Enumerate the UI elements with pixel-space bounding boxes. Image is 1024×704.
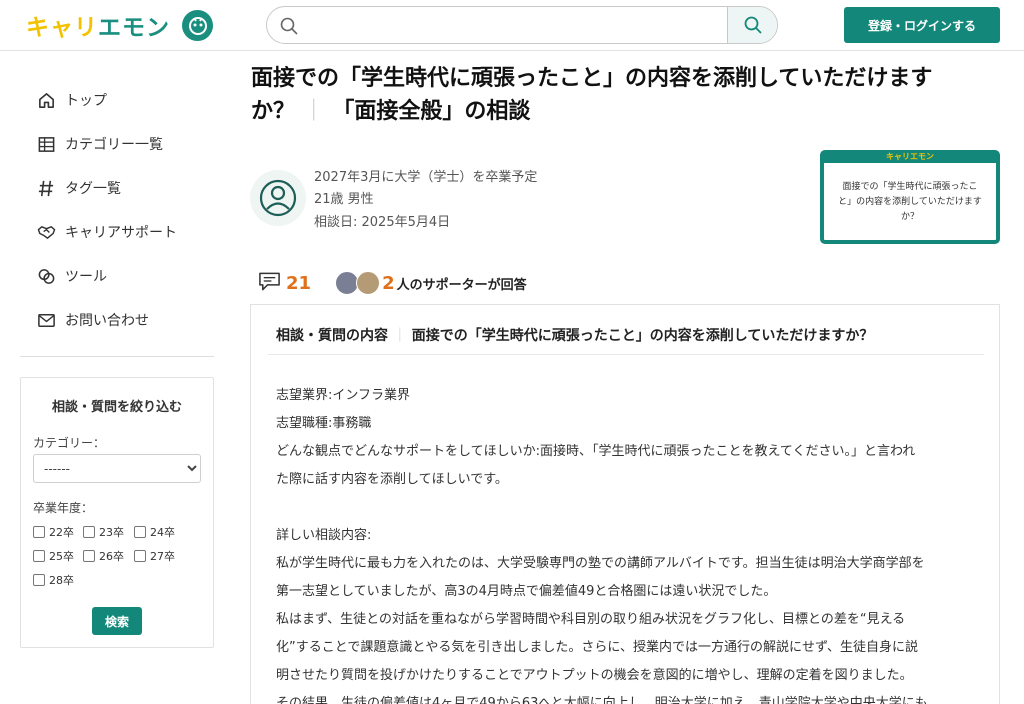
supporter-count: 2 <box>382 272 395 294</box>
site-header: キャリエモン 登録・ログインする <box>0 0 1024 51</box>
search-input[interactable] <box>311 7 727 43</box>
body-line: た際に話す内容を添削してほしいです。 <box>276 472 508 487</box>
year-checkbox-25[interactable]: 25卒 <box>33 548 74 564</box>
share-card: キャリエモン 面接での「学生時代に頑張ったこと」の内容を添削していただけますか？ <box>820 150 1000 244</box>
year-label: 卒業年度： <box>33 501 94 515</box>
year-checkbox-26[interactable]: 26卒 <box>83 548 124 564</box>
search-button[interactable] <box>727 7 777 43</box>
body-line: 明させたり質問を投げかけたりすることでアウトプットの機会を意図的に増やし、理解の… <box>276 668 913 683</box>
body-line: その結果、生徒の偏差値は4ヶ月で49から63へと大幅に向上し、明治大学に加え、青… <box>276 696 928 704</box>
category-select[interactable]: ------ <box>33 454 201 483</box>
comment-count: 21 <box>286 272 312 294</box>
body-line: 志望職種:事務職 <box>276 416 372 431</box>
checkbox-box[interactable] <box>33 574 45 586</box>
login-button[interactable]: 登録・ログインする <box>844 7 1000 43</box>
logo-wordmark: キャリエモン <box>26 15 170 41</box>
checkbox-box[interactable] <box>134 550 146 562</box>
year-checkbox-24[interactable]: 24卒 <box>134 524 175 540</box>
question-content: 相談・質問の内容 ｜ 面接での「学生時代に頑張ったこと」の内容を添削していただけ… <box>250 304 1000 704</box>
sidebar-item-label: ツール <box>65 269 107 285</box>
search-icon <box>279 16 299 40</box>
comment-icon <box>258 270 281 296</box>
title-separator: ｜ <box>302 99 325 124</box>
body-line: 志望業界:インフラ業界 <box>276 388 410 403</box>
sidebar-item-label: トップ <box>65 93 107 109</box>
answer-stats: 21 2 人のサポーターが回答 <box>258 270 527 296</box>
search-icon <box>744 16 762 34</box>
handshake-icon <box>36 222 56 242</box>
sidebar-item-career-support[interactable]: キャリアサポート <box>36 220 177 244</box>
year-checkbox-23[interactable]: 23卒 <box>83 524 124 540</box>
body-line: 化”することで課題意識とやる気を引き出しました。さらに、授業内では一方通行の解説… <box>276 640 919 655</box>
question-heading: 相談・質問の内容 ｜ 面接での「学生時代に頑張ったこと」の内容を添削していただけ… <box>276 325 984 345</box>
filter-search-button[interactable]: 検索 <box>92 607 142 635</box>
question-heading-title: 面接での「学生時代に頑張ったこと」の内容を添削していただけますか？ <box>411 328 874 344</box>
asker-graduation: 2027年3月に大学（学士）を卒業予定 <box>314 170 538 185</box>
body-line: 私はまず、生徒との対話を重ねながら学習時間や科目別の取り組み状況をグラフ化し、目… <box>276 612 906 627</box>
checkbox-label: 23卒 <box>99 526 124 539</box>
sidebar-item-label: カテゴリー一覧 <box>65 137 163 153</box>
category-label: カテゴリー： <box>33 436 106 450</box>
mascot-icon <box>182 9 213 41</box>
filter-panel: 相談・質問を絞り込む カテゴリー： ------ 卒業年度： 22卒 23卒 2… <box>20 377 214 648</box>
asker-profile: 21歳 男性 <box>314 192 374 207</box>
checkbox-box[interactable] <box>83 550 95 562</box>
supporter-text: 人のサポーターが回答 <box>396 277 527 293</box>
checkbox-label: 28卒 <box>49 574 74 587</box>
body-line: 第一志望としていましたが、高3の4月時点で偏差値49と合格圏には遠い状況でした。 <box>276 584 777 599</box>
question-heading-label: 相談・質問の内容 <box>276 328 388 344</box>
sidebar-item-label: キャリアサポート <box>65 225 177 241</box>
year-checkbox-28[interactable]: 28卒 <box>33 572 74 588</box>
heading-separator: ｜ <box>392 328 407 344</box>
sidebar-item-contact[interactable]: お問い合わせ <box>36 308 149 332</box>
search-bar <box>266 6 778 44</box>
checkbox-label: 24卒 <box>150 526 175 539</box>
home-icon <box>36 90 56 110</box>
grid-icon <box>36 134 56 154</box>
sidebar-divider <box>20 356 214 357</box>
body-line: 詳しい相談内容: <box>276 528 372 543</box>
heading-divider <box>268 354 984 355</box>
sidebar-item-label: タグ一覧 <box>65 181 121 197</box>
hashtag-icon <box>36 178 56 198</box>
card-text: 面接での「学生時代に頑張ったこと」の内容を添削していただけますか？ <box>838 182 982 222</box>
page-title-category[interactable]: 「面接全般」の相談 <box>332 99 530 124</box>
sidebar-item-label: お問い合わせ <box>65 313 149 329</box>
year-checkbox-22[interactable]: 22卒 <box>33 524 74 540</box>
user-avatar-icon <box>250 170 306 226</box>
sidebar-item-tags[interactable]: タグ一覧 <box>36 176 121 200</box>
page-title: 面接での「学生時代に頑張ったこと」の内容を添削していただけます か？ ｜ 「面接… <box>251 62 1006 128</box>
supporter-avatar <box>356 271 381 295</box>
checkbox-label: 22卒 <box>49 526 74 539</box>
year-checkbox-27[interactable]: 27卒 <box>134 548 175 564</box>
card-logo: キャリエモン <box>886 152 934 161</box>
filter-title: 相談・質問を絞り込む <box>51 400 182 415</box>
checkbox-box[interactable] <box>83 526 95 538</box>
checkbox-label: 25卒 <box>49 550 74 563</box>
page-title-main: 面接での「学生時代に頑張ったこと」の内容を添削していただけます <box>251 66 933 91</box>
tools-icon <box>36 266 56 286</box>
body-line: どんな観点でどんなサポートをしてほしいか:面接時、「学生時代に頑張ったことを教え… <box>276 444 916 459</box>
checkbox-box[interactable] <box>134 526 146 538</box>
checkbox-label: 27卒 <box>150 550 175 563</box>
checkbox-label: 26卒 <box>99 550 124 563</box>
site-logo[interactable]: キャリエモン <box>26 8 213 42</box>
checkbox-box[interactable] <box>33 550 45 562</box>
checkbox-box[interactable] <box>33 526 45 538</box>
mail-icon <box>36 310 56 330</box>
page-title-main-cont: か？ <box>251 99 296 124</box>
sidebar-item-tools[interactable]: ツール <box>36 264 107 288</box>
consultation-date: 相談日: 2025年5月4日 <box>314 215 451 230</box>
sidebar-item-categories[interactable]: カテゴリー一覧 <box>36 132 163 156</box>
sidebar-item-top[interactable]: トップ <box>36 88 107 112</box>
body-line: 私が学生時代に最も力を入れたのは、大学受験専門の塾での講師アルバイトです。担当生… <box>276 556 925 571</box>
